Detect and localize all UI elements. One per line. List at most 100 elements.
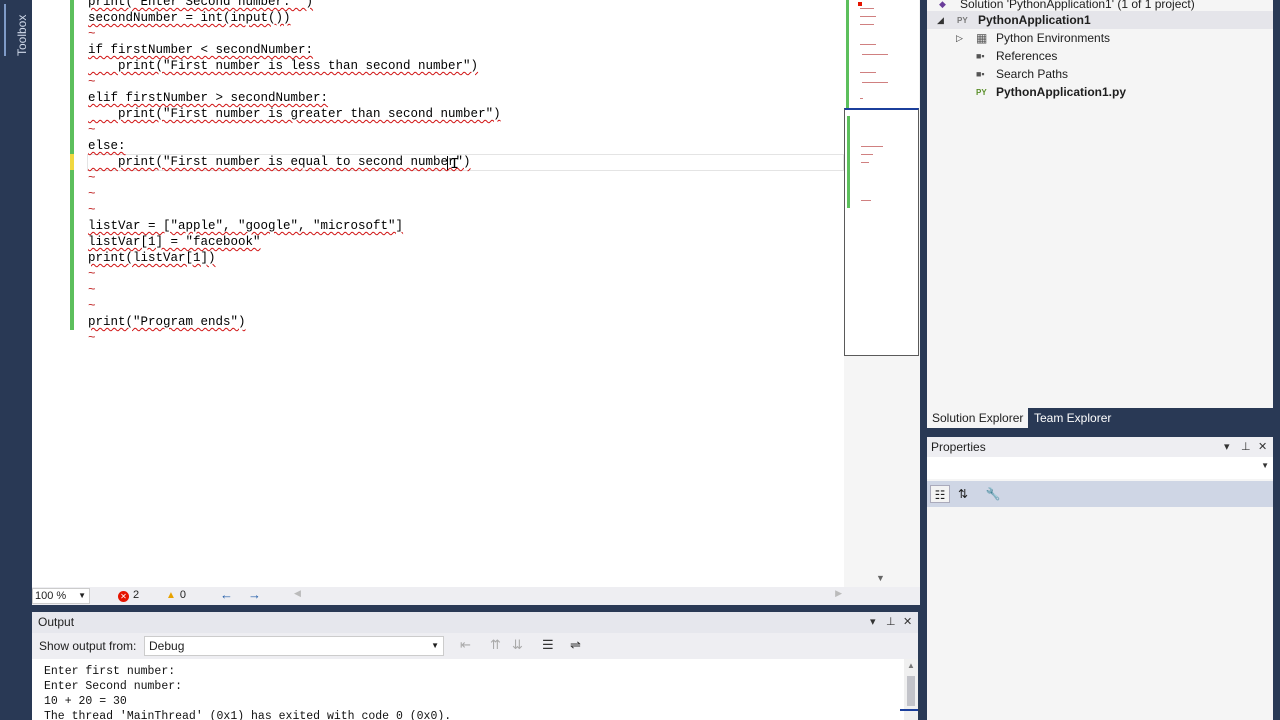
ibeam-cursor-icon: I [450,156,460,173]
code-line[interactable]: print("First number is equal to second n… [88,154,501,170]
chevron-down-icon: ▼ [78,591,86,600]
scroll-down-arrow-icon[interactable]: ▼ [876,573,885,583]
code-line[interactable]: elif firstNumber > secondNumber: [88,90,501,106]
toggle-word-wrap-icon[interactable]: ⇌ [570,637,581,653]
scroll-thumb[interactable] [907,676,915,706]
scroll-right-arrow-icon[interactable]: ▶ [835,588,842,599]
minimap-viewport[interactable] [844,108,919,356]
code-text: listVar = ["apple", "google", "microsoft… [88,219,404,233]
code-line[interactable]: secondNumber = int(input()) [88,10,501,26]
toolbox-label[interactable]: Toolbox [14,12,30,56]
pin-icon[interactable]: ⊥ [886,612,896,633]
collapse-arrow-icon[interactable]: ◢ [937,11,944,29]
error-count[interactable]: ✕ 2 [118,589,139,602]
window-position-dropdown-icon[interactable]: ▾ [1224,437,1230,457]
toolbox-strip: Toolbox [0,0,32,720]
output-source-value: Debug [149,639,185,653]
code-line[interactable]: ~ [88,298,501,314]
next-message-icon[interactable]: ⇊ [512,637,523,653]
code-line[interactable]: listVar = ["apple", "google", "microsoft… [88,218,501,234]
horizontal-scrollbar[interactable]: ◀ ▶ [294,588,842,604]
code-line[interactable]: print("First number is less than second … [88,58,501,74]
properties-title-bar: Properties ▾ ⊥ ✕ [927,437,1273,457]
zoom-value: 100 % [35,590,67,602]
minimap-line [861,162,869,163]
code-text: elif firstNumber > secondNumber: [88,91,329,105]
tab-team-explorer[interactable]: Team Explorer [1029,408,1116,428]
minimap-line [860,8,874,9]
minimap-error-marker [858,2,862,6]
code-editor[interactable]: print("Enter Second number: ") secondNumb… [32,0,844,587]
output-source-dropdown[interactable]: Debug ▼ [144,636,444,656]
code-line[interactable]: ~ [88,266,501,282]
code-lines[interactable]: print("Enter Second number: ") secondNumb… [88,0,501,346]
whitespace-squiggle: ~ [88,123,96,137]
code-line[interactable]: ~ [88,122,501,138]
minimap-line [860,98,863,99]
chevron-down-icon: ▼ [1261,461,1269,470]
tab-solution-explorer[interactable]: Solution Explorer [927,408,1029,428]
references-icon: ■▪ [976,51,985,61]
toolbox-tab[interactable]: Toolbox [4,4,29,56]
properties-grid [927,507,1273,720]
status-bar-filler [844,587,920,605]
clear-all-icon[interactable]: ☰ [542,637,554,653]
code-line[interactable]: ~ [88,202,501,218]
navigate-backward-icon[interactable]: ← [220,587,233,602]
code-line[interactable]: ~ [88,330,501,346]
error-count-value: 2 [133,589,140,601]
alphabetical-icon[interactable]: ⇅ [953,485,973,503]
minimap-scrollbar[interactable]: ▼ [844,0,920,587]
code-text: print("Enter Second number: ") [88,0,314,9]
whitespace-squiggle: ~ [88,331,96,345]
property-pages-icon[interactable]: 🔧 [983,485,1003,503]
code-line[interactable]: ~ [88,170,501,186]
code-line[interactable]: print("First number is greater than seco… [88,106,501,122]
window-edge [1273,0,1280,720]
close-icon[interactable]: ✕ [1258,437,1267,457]
previous-message-icon[interactable]: ⇈ [490,637,501,653]
navigate-forward-icon[interactable]: → [248,587,261,602]
search-paths-icon: ■▪ [976,69,985,79]
zoom-dropdown[interactable]: 100 % ▼ [32,588,90,604]
python-file-icon: PY [976,88,987,97]
close-icon[interactable]: ✕ [903,612,912,633]
scroll-up-arrow-icon[interactable]: ▲ [907,661,915,670]
code-line[interactable]: ~ [88,186,501,202]
output-line: 10 + 20 = 30 [44,695,127,708]
output-text-area[interactable]: Enter first number: Enter Second number: 1… [32,659,904,720]
tree-item-label: Search Paths [996,67,1069,81]
minimap-line [861,154,873,155]
window-position-dropdown-icon[interactable]: ▾ [870,612,876,633]
scroll-left-arrow-icon[interactable]: ◀ [294,588,301,599]
warning-count[interactable]: ▲ 0 [166,589,186,601]
chevron-down-icon: ▼ [431,641,439,650]
minimap-line [862,82,888,83]
code-line[interactable]: else: [88,138,501,154]
minimap-change-bar [846,0,849,108]
output-title: Output [38,615,75,629]
code-line[interactable]: if firstNumber < secondNumber: [88,42,501,58]
solution-explorer: ◆ Solution 'PythonApplication1' (1 of 1 … [927,0,1273,408]
code-line[interactable]: ~ [88,26,501,42]
categorized-icon[interactable]: ☷ [930,485,950,503]
code-line[interactable]: listVar[1] = "facebook" [88,234,501,250]
code-line[interactable]: print(listVar[1]) [88,250,501,266]
whitespace-squiggle: ~ [88,267,96,281]
code-line[interactable]: print("Enter Second number: ") [88,0,501,10]
warning-count-value: 0 [179,589,187,601]
minimap-line [861,200,871,201]
properties-object-dropdown[interactable]: ▼ [927,457,1273,479]
code-line[interactable]: ~ [88,282,501,298]
pin-icon[interactable]: ⊥ [1241,437,1251,457]
code-line[interactable]: print("Program ends") [88,314,501,330]
code-line[interactable]: ~ [88,74,501,90]
minimap-line [860,44,876,45]
text-caret [447,156,448,170]
tree-item-project[interactable]: ◢ PY PythonApplication1 [927,11,1273,29]
code-text: listVar[1] = "facebook" [88,235,261,249]
find-message-icon[interactable]: ⇤ [460,637,471,653]
code-text: print("First number is greater than seco… [88,107,501,121]
code-text: print("First number is equal to second n… [88,155,471,169]
expand-arrow-icon[interactable]: ▷ [956,29,963,47]
